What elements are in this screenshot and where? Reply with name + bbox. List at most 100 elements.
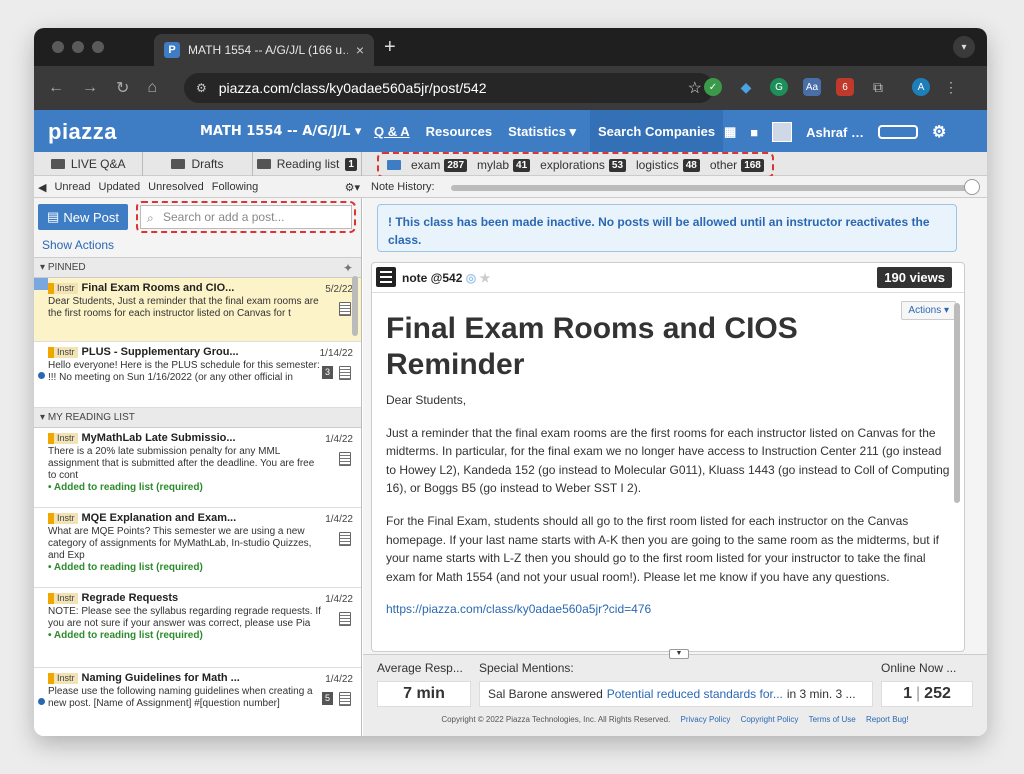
- list-item[interactable]: Instr MQE Explanation and Exam... What ar…: [34, 508, 361, 588]
- nav-statistics[interactable]: Statistics ▾: [508, 124, 576, 140]
- extension-badge-icon[interactable]: 6: [836, 78, 854, 96]
- group-label: MY READING LIST: [47, 412, 135, 423]
- note-icon: [339, 612, 351, 626]
- browser-menu-icon[interactable]: ⋮: [942, 78, 960, 96]
- post-date: 1/4/22: [325, 514, 353, 525]
- watch-icon[interactable]: ◎: [466, 271, 476, 285]
- extensions-puzzle-icon[interactable]: ⧉: [869, 78, 887, 96]
- chevron-down-icon[interactable]: ▾: [953, 36, 975, 58]
- search-placeholder: Search or add a post...: [163, 210, 285, 224]
- folder-mylab[interactable]: mylab 41: [477, 158, 531, 172]
- calendar-icon[interactable]: ▦: [724, 124, 736, 140]
- list-item[interactable]: Instr MyMathLab Late Submissio... There i…: [34, 428, 361, 508]
- post-scrollbar[interactable]: [954, 303, 960, 503]
- folder-count: 53: [608, 158, 627, 172]
- extension-drop-icon[interactable]: ◆: [737, 78, 755, 96]
- sub-toolbar: LIVE Q&A Drafts Reading list 1 exam 287 my…: [34, 152, 987, 178]
- filter-unresolved[interactable]: Unresolved: [148, 181, 204, 194]
- privacy-link[interactable]: Privacy Policy: [681, 715, 731, 724]
- collapse-icon[interactable]: ◀: [38, 181, 46, 194]
- nav-resources[interactable]: Resources: [426, 124, 492, 140]
- window-controls[interactable]: [52, 41, 104, 53]
- post-title-text: MQE Explanation and Exam...: [81, 512, 237, 524]
- filter-gear-icon[interactable]: ⚙▾: [345, 181, 360, 194]
- filter-updated[interactable]: Updated: [99, 181, 141, 194]
- post-title-text: PLUS - Supplementary Grou...: [81, 346, 239, 358]
- back-icon[interactable]: ←: [48, 79, 64, 97]
- group-pinned[interactable]: ▾ PINNED ✦: [34, 258, 361, 278]
- show-actions-link[interactable]: Show Actions: [34, 232, 361, 258]
- feed-actions: ▤ New Post ⌕ Search or add a post...: [34, 198, 361, 233]
- course-selector[interactable]: MATH 1554 -- A/G/J/L ▾: [200, 124, 361, 139]
- expand-footer-button[interactable]: ▼: [669, 649, 689, 659]
- list-item[interactable]: Instr Final Exam Rooms and CIO... Dear St…: [34, 278, 361, 342]
- folder-count: 48: [682, 158, 700, 172]
- avatar[interactable]: [772, 122, 793, 142]
- browser-tab[interactable]: P MATH 1554 -- A/G/J/L (166 u… ×: [154, 34, 374, 66]
- tab-live-label: LIVE Q&A: [70, 157, 126, 171]
- close-icon[interactable]: ×: [356, 42, 364, 58]
- forward-icon[interactable]: →: [82, 79, 98, 97]
- filter-following[interactable]: Following: [212, 181, 258, 194]
- status-toggle[interactable]: [877, 125, 918, 139]
- post-title-text: Naming Guidelines for Math ...: [81, 672, 240, 684]
- reload-icon[interactable]: ↻: [116, 78, 129, 98]
- filter-unread[interactable]: Unread: [54, 181, 90, 194]
- star-icon[interactable]: ★: [480, 271, 491, 285]
- folder-exam[interactable]: exam 287: [411, 158, 468, 172]
- folder-label: exam: [411, 158, 441, 172]
- extension-shield-icon[interactable]: ✓: [704, 78, 722, 96]
- reading-status: • Added to reading list (required): [48, 630, 203, 642]
- tab-reading-label: Reading list: [276, 157, 340, 171]
- search-companies-link[interactable]: Search Companies: [590, 110, 724, 152]
- post-link[interactable]: https://piazza.com/class/ky0adae560a5jr?…: [386, 600, 952, 619]
- new-tab-button[interactable]: +: [384, 36, 396, 59]
- group-reading-list[interactable]: ▾ MY READING LIST: [34, 408, 361, 428]
- gear-icon[interactable]: ⚙: [932, 122, 946, 142]
- piazza-logo[interactable]: piazza: [48, 119, 117, 145]
- left-tabs: LIVE Q&A Drafts Reading list 1: [34, 152, 362, 176]
- tab-drafts[interactable]: Drafts: [143, 152, 253, 176]
- list-item[interactable]: Instr PLUS - Supplementary Grou... Hello …: [34, 342, 361, 408]
- nav-qa[interactable]: Q & A: [374, 124, 410, 140]
- extension-translate-icon[interactable]: Aa: [803, 78, 821, 96]
- mention-link[interactable]: Potential reduced standards for...: [607, 687, 783, 701]
- tab-reading-list[interactable]: Reading list 1: [253, 152, 362, 176]
- post-title: Instr PLUS - Supplementary Grou...: [48, 346, 321, 359]
- list-item[interactable]: Instr Regrade Requests NOTE: Please see t…: [34, 588, 361, 668]
- new-post-button[interactable]: ▤ New Post: [38, 204, 128, 230]
- search-input[interactable]: ⌕ Search or add a post...: [140, 205, 352, 229]
- actions-dropdown[interactable]: Actions ▾: [901, 301, 956, 320]
- report-bug-link[interactable]: Report Bug!: [866, 715, 909, 724]
- folder-logistics[interactable]: logistics 48: [636, 158, 700, 172]
- chat-icon[interactable]: ■: [750, 125, 758, 140]
- instr-badge: Instr: [48, 593, 78, 604]
- profile-avatar[interactable]: A: [912, 78, 930, 96]
- tab-live-qa[interactable]: LIVE Q&A: [34, 152, 144, 176]
- reply-count-badge: 5: [321, 692, 333, 705]
- post-date: 1/4/22: [325, 434, 353, 445]
- terms-link[interactable]: Terms of Use: [809, 715, 856, 724]
- site-settings-icon[interactable]: ⚙: [196, 81, 207, 95]
- list-item[interactable]: Instr Naming Guidelines for Math ... Plea…: [34, 668, 361, 736]
- post-view: ! This class has been made inactive. No …: [363, 198, 987, 736]
- reading-count-badge: 1: [345, 157, 357, 171]
- extension-grammarly-icon[interactable]: G: [770, 78, 788, 96]
- star-icon[interactable]: ☆: [688, 78, 702, 98]
- post-title-text: MyMathLab Late Submissio...: [81, 432, 236, 444]
- home-icon[interactable]: ⌂: [147, 79, 157, 97]
- reading-status: • Added to reading list (required): [48, 482, 203, 494]
- folder-other[interactable]: other 168: [710, 158, 764, 172]
- piazza-favicon-icon: P: [164, 42, 180, 58]
- copyright-policy-link[interactable]: Copyright Policy: [741, 715, 799, 724]
- note-history-label: Note History:: [371, 181, 435, 193]
- address-bar[interactable]: ⚙ piazza.com/class/ky0adae560a5jr/post/5…: [184, 73, 714, 103]
- note-history-slider[interactable]: [451, 185, 975, 191]
- user-name[interactable]: Ashraf …: [806, 125, 864, 140]
- note-label: note @542 ◎ ★: [402, 271, 490, 285]
- online-more[interactable]: ...: [946, 661, 956, 675]
- feed-scrollbar[interactable]: [352, 276, 358, 336]
- folder-explorations[interactable]: explorations 53: [540, 158, 627, 172]
- page-title: Final Exam Rooms and CIOS Reminder: [386, 312, 798, 381]
- note-history-handle[interactable]: [964, 179, 980, 195]
